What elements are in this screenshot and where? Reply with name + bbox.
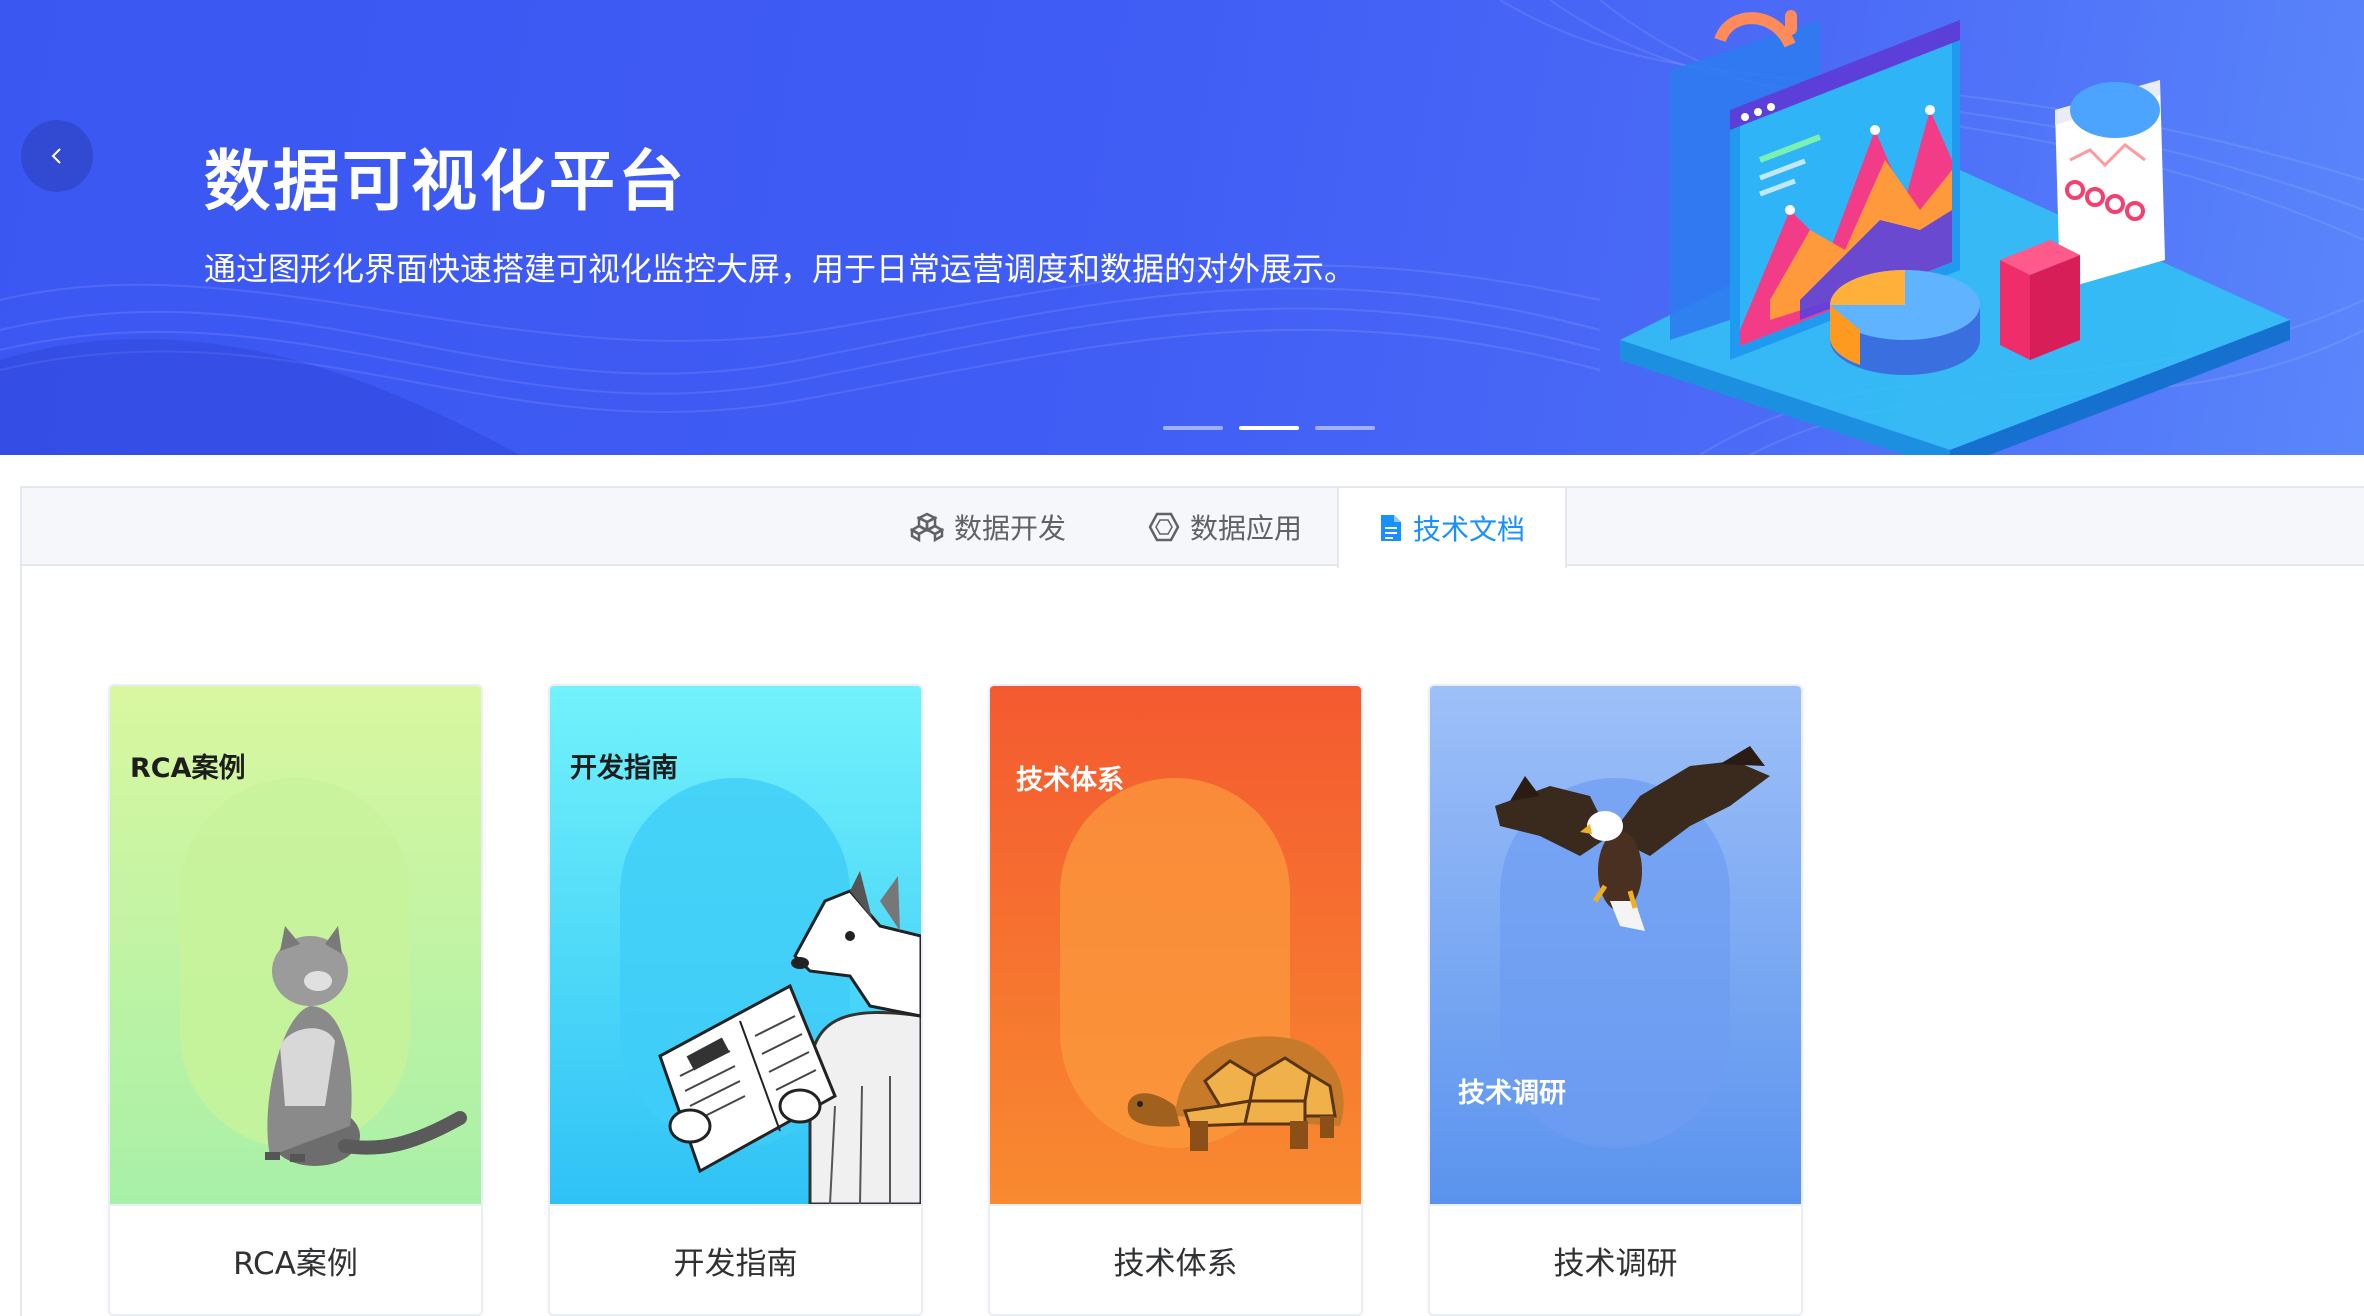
chevron-left-icon (51, 148, 61, 164)
card-title: 技术调研 (1430, 1204, 1801, 1314)
tab-bar: 数据开发 数据应用 技术文档 (22, 488, 2364, 568)
card-title: 开发指南 (550, 1204, 921, 1314)
card-image-label: 技术调研 (1458, 1078, 1566, 1109)
tab-label: 数据应用 (1190, 512, 1303, 545)
dashboard-illustration (1620, 10, 2290, 455)
document-icon (1380, 515, 1401, 541)
tab-tech-docs[interactable]: 技术文档 (1337, 488, 1567, 568)
tab-label: 数据开发 (954, 512, 1067, 545)
card-image: 技术调研 (1430, 686, 1801, 1204)
cubes-icon (910, 512, 944, 542)
tab-data-development[interactable]: 数据开发 (910, 488, 1066, 566)
card-title: RCA案例 (110, 1204, 481, 1314)
banner-subtitle: 通过图形化界面快速搭建可视化监控大屏，用于日常运营调度和数据的对外展示。 (204, 250, 1357, 288)
card-image-label: 开发指南 (570, 753, 678, 784)
carousel-dot-1[interactable] (1163, 426, 1223, 430)
tab-data-application[interactable]: 数据应用 (1148, 488, 1302, 566)
carousel-dot-2[interactable] (1239, 426, 1299, 430)
card-title: 技术体系 (990, 1204, 1361, 1314)
hexagon-icon (1148, 512, 1180, 542)
carousel-prev-button[interactable] (21, 120, 93, 192)
card-image-label: 技术体系 (1016, 765, 1124, 796)
tab-label: 技术文档 (1412, 513, 1525, 546)
carousel-dot-3[interactable] (1315, 426, 1375, 430)
card-image-label: RCA案例 (130, 753, 246, 784)
card-dev-guide[interactable]: 开发指南 开发指南 (548, 684, 923, 1316)
card-rca-cases[interactable]: RCA案例 RCA案例 (108, 684, 483, 1316)
card-image: 技术体系 (990, 686, 1361, 1204)
banner-title: 数据可视化平台 (204, 143, 687, 220)
card-image: RCA案例 (110, 686, 481, 1204)
card-tech-system[interactable]: 技术体系 技术体系 (988, 684, 1363, 1316)
carousel-indicators (1163, 426, 1375, 430)
card-tech-research[interactable]: 技术调研 技术调研 (1428, 684, 1803, 1316)
card-image: 开发指南 (550, 686, 921, 1204)
hero-banner: 数据可视化平台 通过图形化界面快速搭建可视化监控大屏，用于日常运营调度和数据的对… (0, 0, 2364, 455)
eagle-illustration (1430, 686, 1801, 1204)
